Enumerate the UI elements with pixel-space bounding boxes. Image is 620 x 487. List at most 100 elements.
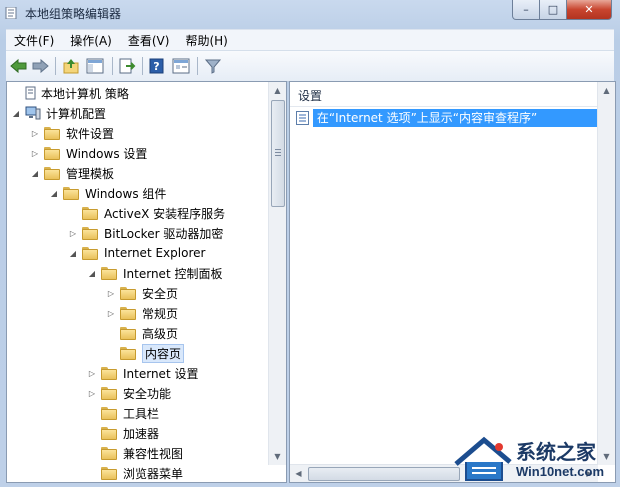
folder-icon (101, 446, 117, 460)
toolbar: ? (6, 50, 614, 82)
tree-item-label: 浏览器菜单 (123, 466, 184, 481)
tree-item[interactable]: ▷ Windows 设置 (29, 143, 147, 163)
export-list-icon[interactable] (117, 56, 137, 76)
folder-icon (44, 166, 60, 180)
collapsed-arrow-icon[interactable]: ▷ (29, 127, 41, 139)
menu-action[interactable]: 操作(A) (62, 32, 120, 49)
collapsed-arrow-icon[interactable]: ▷ (29, 147, 41, 159)
title-bar[interactable]: 本地组策略编辑器 – □ ✕ (0, 0, 620, 28)
caption-buttons: – □ ✕ (512, 0, 612, 20)
policy-doc-icon (25, 86, 36, 100)
tree-item[interactable]: 内容页 (105, 343, 185, 363)
tree-item-label: Internet Explorer (104, 246, 206, 260)
folder-icon (44, 146, 60, 160)
tree-item[interactable]: 高级页 (105, 323, 178, 343)
scroll-thumb[interactable] (308, 467, 460, 481)
tree-item[interactable]: ◢ Internet 控制面板 (86, 263, 222, 283)
folder-icon (101, 406, 117, 420)
tree-item[interactable]: ▷ Internet 设置 (86, 363, 198, 383)
tree-item[interactable]: ◢ 管理模板 (29, 163, 114, 183)
tree-item[interactable]: ▷ 软件设置 (29, 123, 114, 143)
folder-icon (120, 326, 136, 340)
filter-icon[interactable] (203, 56, 223, 76)
tree-pane[interactable]: 本地计算机 策略 ◢ 计算机配置 ▷ 软件设置 ▷ Windows 设置 ◢ 管理模板 ◢ Wind… (6, 81, 287, 483)
house-logo-icon (454, 436, 512, 481)
tree-item[interactable]: ◢ Internet Explorer (67, 243, 206, 263)
tree-item-label: 内容页 (142, 343, 185, 363)
tree-item-label: 兼容性视图 (123, 446, 184, 461)
tree-vertical-scrollbar[interactable]: ▲ ▼ (268, 82, 286, 465)
expanded-arrow-icon[interactable]: ◢ (10, 107, 22, 119)
policy-editor-icon (5, 7, 17, 19)
menu-view[interactable]: 查看(V) (120, 32, 178, 49)
collapsed-arrow-icon[interactable]: ▷ (67, 227, 79, 239)
setting-row[interactable]: 在“Internet 选项”上显示“内容审查程序” (296, 108, 608, 128)
details-pane[interactable]: 设置 在“Internet 选项”上显示“内容审查程序” ▲ ▼ ◀ ▶ (289, 81, 616, 483)
scroll-down-arrow-icon[interactable]: ▼ (269, 448, 286, 465)
tree-item[interactable]: 加速器 (86, 423, 159, 443)
watermark-url: Win10net.com (516, 464, 605, 479)
setting-policy-icon (296, 111, 309, 125)
tree-item[interactable]: 浏览器菜单 (86, 463, 184, 482)
menu-file[interactable]: 文件(F) (6, 32, 62, 49)
tree-item[interactable]: ◢ 计算机配置 (10, 103, 106, 123)
show-hide-tree-icon[interactable] (85, 56, 105, 76)
maximize-button[interactable]: □ (540, 0, 567, 20)
watermark-logo: 系统之家 Win10net.com (452, 432, 620, 487)
expanded-arrow-icon[interactable]: ◢ (86, 267, 98, 279)
collapsed-arrow-icon[interactable]: ▷ (105, 307, 117, 319)
tree-item[interactable]: ◢ Windows 组件 (48, 183, 166, 203)
folder-icon (101, 386, 117, 400)
collapsed-arrow-icon[interactable]: ▷ (86, 367, 98, 379)
scroll-thumb[interactable] (271, 100, 285, 207)
setting-label: 在“Internet 选项”上显示“内容审查程序” (312, 109, 608, 127)
tree-item-label: 加速器 (123, 426, 160, 441)
tree-item[interactable]: 兼容性视图 (86, 443, 183, 463)
menu-help[interactable]: 帮助(H) (177, 32, 235, 49)
folder-open-icon (120, 346, 136, 360)
column-header[interactable]: 设置 (290, 82, 615, 107)
toolbar-separator (112, 57, 113, 75)
folder-icon (101, 366, 117, 380)
scroll-left-arrow-icon[interactable]: ◀ (290, 465, 307, 482)
scroll-up-arrow-icon[interactable]: ▲ (269, 82, 286, 99)
toolbar-separator (197, 57, 198, 75)
back-arrow-icon[interactable] (9, 56, 29, 76)
minimize-button[interactable]: – (512, 0, 540, 20)
folder-icon (44, 126, 60, 140)
tree-item[interactable]: ▷ 安全页 (105, 283, 178, 303)
tree-item[interactable]: ▷ BitLocker 驱动器加密 (67, 223, 223, 243)
folder-icon (82, 246, 98, 260)
collapsed-arrow-icon[interactable]: ▷ (86, 387, 98, 399)
tree-item-label: 安全页 (142, 286, 179, 301)
expanded-arrow-icon[interactable]: ◢ (48, 187, 60, 199)
folder-icon (82, 226, 98, 240)
help-icon[interactable]: ? (147, 56, 167, 76)
tree-item[interactable]: ▷ 常规页 (105, 303, 178, 323)
tree-item-label: 常规页 (142, 306, 179, 321)
expanded-arrow-icon[interactable]: ◢ (67, 247, 79, 259)
tree-item[interactable]: 工具栏 (86, 403, 159, 423)
tree-item-label: BitLocker 驱动器加密 (104, 226, 224, 241)
forward-arrow-icon[interactable] (30, 56, 50, 76)
computer-icon (25, 106, 41, 120)
details-vertical-scrollbar[interactable]: ▲ ▼ (597, 82, 615, 465)
tree-item[interactable]: 本地计算机 策略 (10, 83, 129, 103)
properties-icon[interactable] (171, 56, 191, 76)
tree-item[interactable]: ActiveX 安装程序服务 (67, 203, 225, 223)
tree-item-label: ActiveX 安装程序服务 (104, 206, 226, 221)
folder-icon (101, 426, 117, 440)
tree-item[interactable]: ▷ 安全功能 (86, 383, 171, 403)
folder-icon (82, 206, 98, 220)
folder-icon (120, 286, 136, 300)
folder-icon (101, 466, 117, 480)
collapsed-arrow-icon[interactable]: ▷ (105, 287, 117, 299)
up-folder-icon[interactable] (61, 56, 81, 76)
scroll-up-arrow-icon[interactable]: ▲ (598, 82, 615, 99)
close-button[interactable]: ✕ (567, 0, 612, 20)
expanded-arrow-icon[interactable]: ◢ (29, 167, 41, 179)
